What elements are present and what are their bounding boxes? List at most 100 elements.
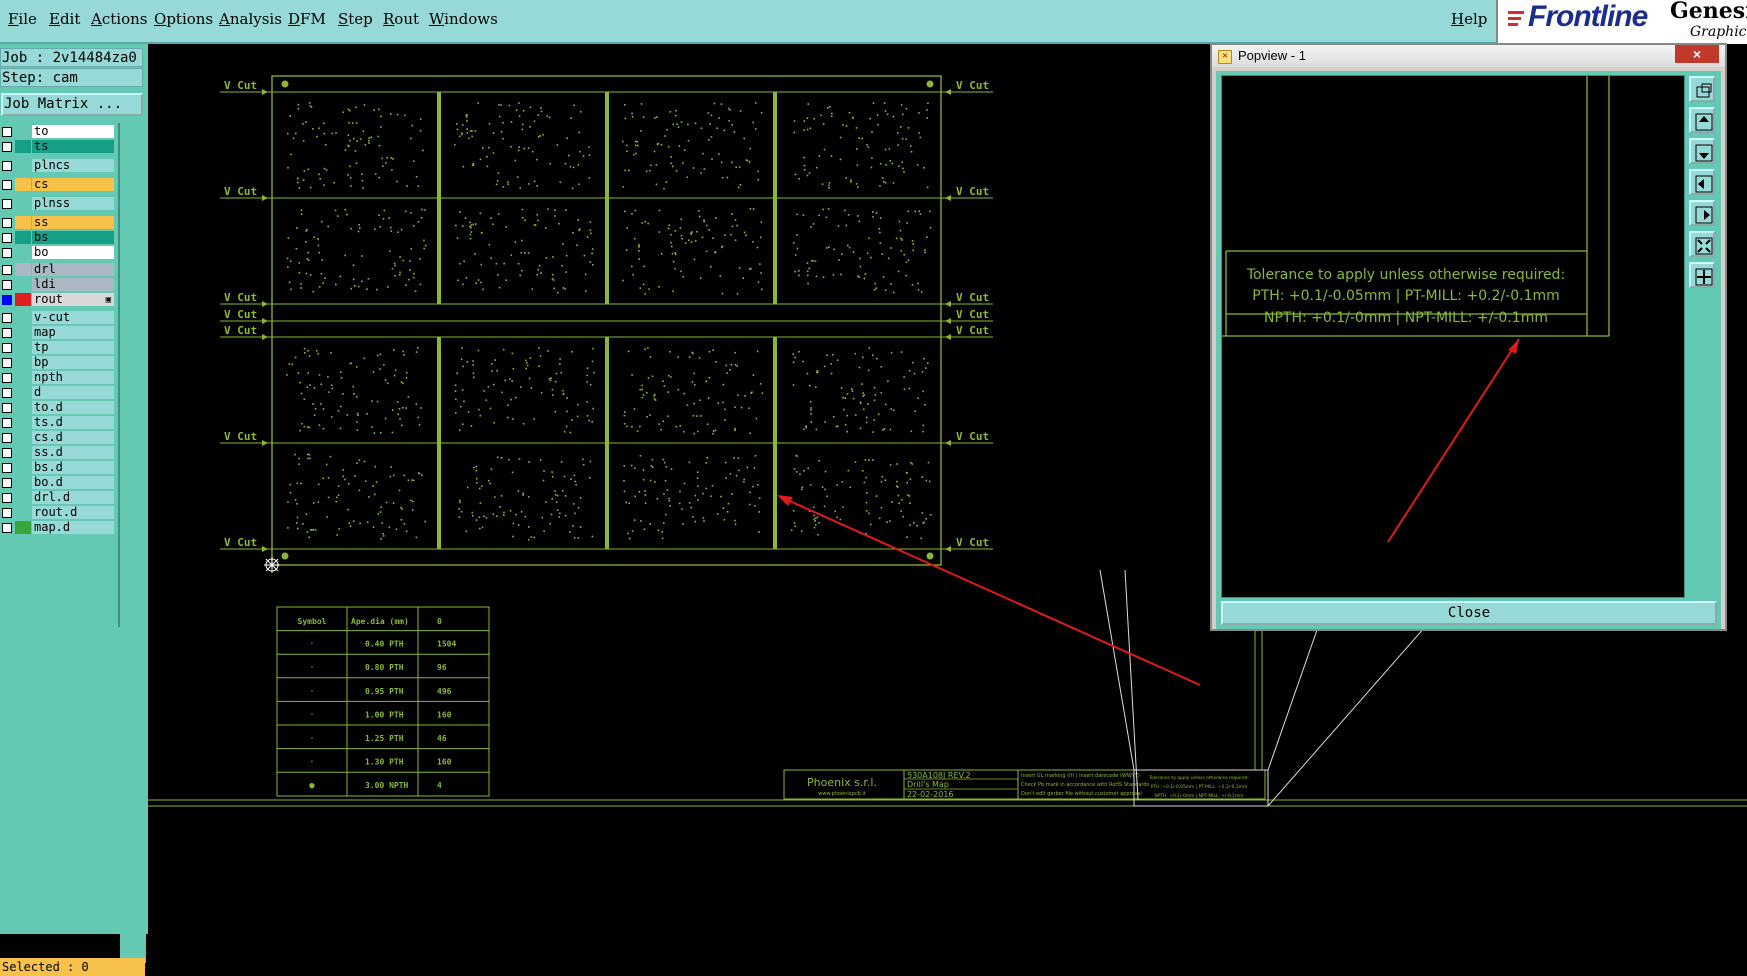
layer-name[interactable]: ss.d bbox=[32, 446, 114, 459]
layer-row-npth[interactable]: npth bbox=[0, 370, 116, 385]
layer-name[interactable]: npth bbox=[32, 371, 114, 384]
zoom-fit-icon[interactable] bbox=[1689, 231, 1715, 257]
layer-color-swatch[interactable] bbox=[15, 446, 31, 459]
layer-checkbox[interactable] bbox=[2, 265, 12, 275]
layer-row-to-d[interactable]: to.d bbox=[0, 400, 116, 415]
layer-name[interactable]: bp bbox=[32, 356, 114, 369]
layer-checkbox[interactable] bbox=[2, 313, 12, 323]
layer-color-swatch[interactable] bbox=[15, 386, 31, 399]
layer-color-swatch[interactable] bbox=[15, 311, 31, 324]
layer-checkbox[interactable] bbox=[2, 388, 12, 398]
layer-row-bo-d[interactable]: bo.d bbox=[0, 475, 116, 490]
layer-name[interactable]: cs.d bbox=[32, 431, 114, 444]
menu-options[interactable]: Options bbox=[154, 10, 213, 28]
layer-checkbox[interactable] bbox=[2, 523, 12, 533]
layer-checkbox[interactable] bbox=[2, 248, 12, 258]
layer-name[interactable]: to bbox=[32, 125, 114, 138]
layer-row-ldi[interactable]: ldi bbox=[0, 277, 116, 292]
pan-down-icon[interactable] bbox=[1689, 138, 1715, 164]
layer-name[interactable]: tp bbox=[32, 341, 114, 354]
menu-help[interactable]: Help bbox=[1451, 10, 1487, 28]
popview-viewport[interactable]: Tolerance to apply unless otherwise requ… bbox=[1221, 75, 1685, 598]
layer-checkbox[interactable] bbox=[2, 295, 12, 305]
layer-color-swatch[interactable] bbox=[15, 293, 31, 306]
layer-color-swatch[interactable] bbox=[15, 431, 31, 444]
menu-actions[interactable]: Actions bbox=[91, 10, 147, 28]
menu-dfm[interactable]: DFM bbox=[288, 10, 326, 28]
layer-color-swatch[interactable] bbox=[15, 246, 31, 259]
layer-row-ss-d[interactable]: ss.d bbox=[0, 445, 116, 460]
layer-checkbox[interactable] bbox=[2, 127, 12, 137]
zoom-home-icon[interactable] bbox=[1689, 76, 1715, 102]
layer-color-swatch[interactable] bbox=[15, 197, 31, 210]
layer-checkbox[interactable] bbox=[2, 448, 12, 458]
layer-checkbox[interactable] bbox=[2, 328, 12, 338]
layer-row-to[interactable]: to bbox=[0, 124, 116, 139]
layer-list-scrollbar[interactable] bbox=[120, 123, 146, 963]
layer-checkbox[interactable] bbox=[2, 478, 12, 488]
layer-color-swatch[interactable] bbox=[15, 159, 31, 172]
layer-name[interactable]: rout ▣ bbox=[32, 293, 114, 306]
close-button[interactable]: Close bbox=[1221, 601, 1717, 625]
layer-color-swatch[interactable] bbox=[15, 216, 31, 229]
layer-row-v-cut[interactable]: v-cut bbox=[0, 310, 116, 325]
menu-windows[interactable]: Windows bbox=[429, 10, 498, 28]
layer-checkbox[interactable] bbox=[2, 433, 12, 443]
layer-name[interactable]: bs.d bbox=[32, 461, 114, 474]
layer-color-swatch[interactable] bbox=[15, 416, 31, 429]
layer-color-swatch[interactable] bbox=[15, 140, 31, 153]
layer-checkbox[interactable] bbox=[2, 161, 12, 171]
layer-row-ts-d[interactable]: ts.d bbox=[0, 415, 116, 430]
layer-row-drl[interactable]: drl bbox=[0, 262, 116, 277]
layer-name[interactable]: ts bbox=[32, 140, 114, 153]
layer-color-swatch[interactable] bbox=[15, 278, 31, 291]
layer-checkbox[interactable] bbox=[2, 218, 12, 228]
layer-color-swatch[interactable] bbox=[15, 356, 31, 369]
layer-checkbox[interactable] bbox=[2, 373, 12, 383]
pan-right-icon[interactable] bbox=[1689, 200, 1715, 226]
layer-name[interactable]: drl.d bbox=[32, 491, 114, 504]
layer-color-swatch[interactable] bbox=[15, 476, 31, 489]
layer-color-swatch[interactable] bbox=[15, 178, 31, 191]
layer-row-bs-d[interactable]: bs.d bbox=[0, 460, 116, 475]
layer-name[interactable]: to.d bbox=[32, 401, 114, 414]
layer-name[interactable]: map bbox=[32, 326, 114, 339]
layer-row-cs[interactable]: cs bbox=[0, 177, 116, 192]
layer-checkbox[interactable] bbox=[2, 403, 12, 413]
layer-name[interactable]: rout.d bbox=[32, 506, 114, 519]
layer-checkbox[interactable] bbox=[2, 280, 12, 290]
layer-row-bo[interactable]: bo bbox=[0, 245, 116, 260]
popview-titlebar[interactable]: ✕ Popview - 1 × bbox=[1212, 45, 1725, 67]
layer-checkbox[interactable] bbox=[2, 358, 12, 368]
layer-color-swatch[interactable] bbox=[15, 231, 31, 244]
layer-color-swatch[interactable] bbox=[15, 521, 31, 534]
layer-row-map-d[interactable]: map.d bbox=[0, 520, 116, 535]
layer-checkbox[interactable] bbox=[2, 233, 12, 243]
job-matrix-button[interactable]: Job Matrix ... bbox=[1, 93, 143, 116]
layer-checkbox[interactable] bbox=[2, 142, 12, 152]
menu-edit[interactable]: Edit bbox=[49, 10, 80, 28]
layer-color-swatch[interactable] bbox=[15, 461, 31, 474]
layer-row-drl-d[interactable]: drl.d bbox=[0, 490, 116, 505]
layer-checkbox[interactable] bbox=[2, 493, 12, 503]
layer-row-bp[interactable]: bp bbox=[0, 355, 116, 370]
layer-name[interactable]: plnss bbox=[32, 197, 114, 210]
layer-row-ss[interactable]: ss bbox=[0, 215, 116, 230]
layer-row-rout[interactable]: rout ▣ bbox=[0, 292, 116, 307]
layer-name[interactable]: drl bbox=[32, 263, 114, 276]
layer-name[interactable]: ss bbox=[32, 216, 114, 229]
layer-checkbox[interactable] bbox=[2, 180, 12, 190]
layer-color-swatch[interactable] bbox=[15, 371, 31, 384]
layer-checkbox[interactable] bbox=[2, 463, 12, 473]
layer-checkbox[interactable] bbox=[2, 418, 12, 428]
menu-analysis[interactable]: Analysis bbox=[219, 10, 282, 28]
layer-name[interactable]: plncs bbox=[32, 159, 114, 172]
layer-color-swatch[interactable] bbox=[15, 401, 31, 414]
layer-row-bs[interactable]: bs bbox=[0, 230, 116, 245]
layer-name[interactable]: ldi bbox=[32, 278, 114, 291]
zoom-extents-icon[interactable] bbox=[1689, 262, 1715, 288]
menu-step[interactable]: Step bbox=[338, 10, 373, 28]
layer-color-swatch[interactable] bbox=[15, 491, 31, 504]
layer-checkbox[interactable] bbox=[2, 508, 12, 518]
layer-color-swatch[interactable] bbox=[15, 341, 31, 354]
